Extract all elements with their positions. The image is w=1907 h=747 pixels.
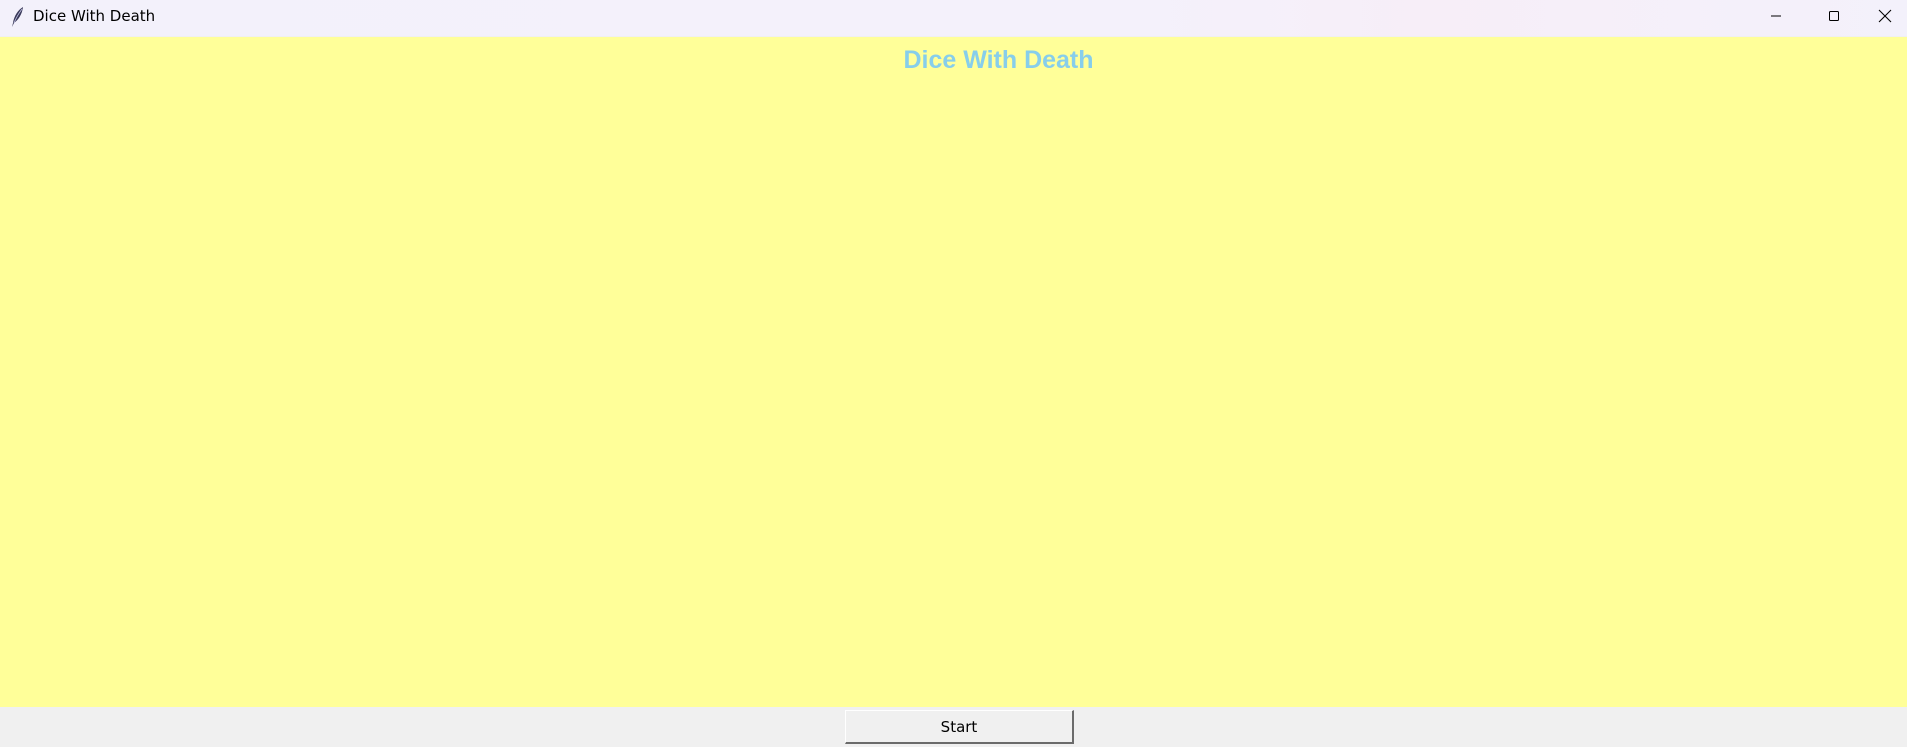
game-canvas[interactable]: Dice With Death [0, 37, 1907, 707]
feather-icon [9, 6, 27, 28]
close-button[interactable] [1863, 0, 1907, 32]
control-bar: Start [0, 707, 1907, 747]
window-title: Dice With Death [33, 7, 156, 25]
maximize-icon [1828, 10, 1840, 22]
title-bar[interactable]: Dice With Death [0, 0, 1907, 36]
start-button[interactable]: Start [845, 710, 1074, 744]
minimize-button[interactable] [1747, 0, 1805, 32]
close-icon [1878, 9, 1892, 23]
minimize-icon [1770, 10, 1782, 22]
app-window: Dice With Death Dice With Death Start [0, 0, 1907, 747]
maximize-button[interactable] [1805, 0, 1863, 32]
game-heading: Dice With Death [903, 46, 1094, 74]
